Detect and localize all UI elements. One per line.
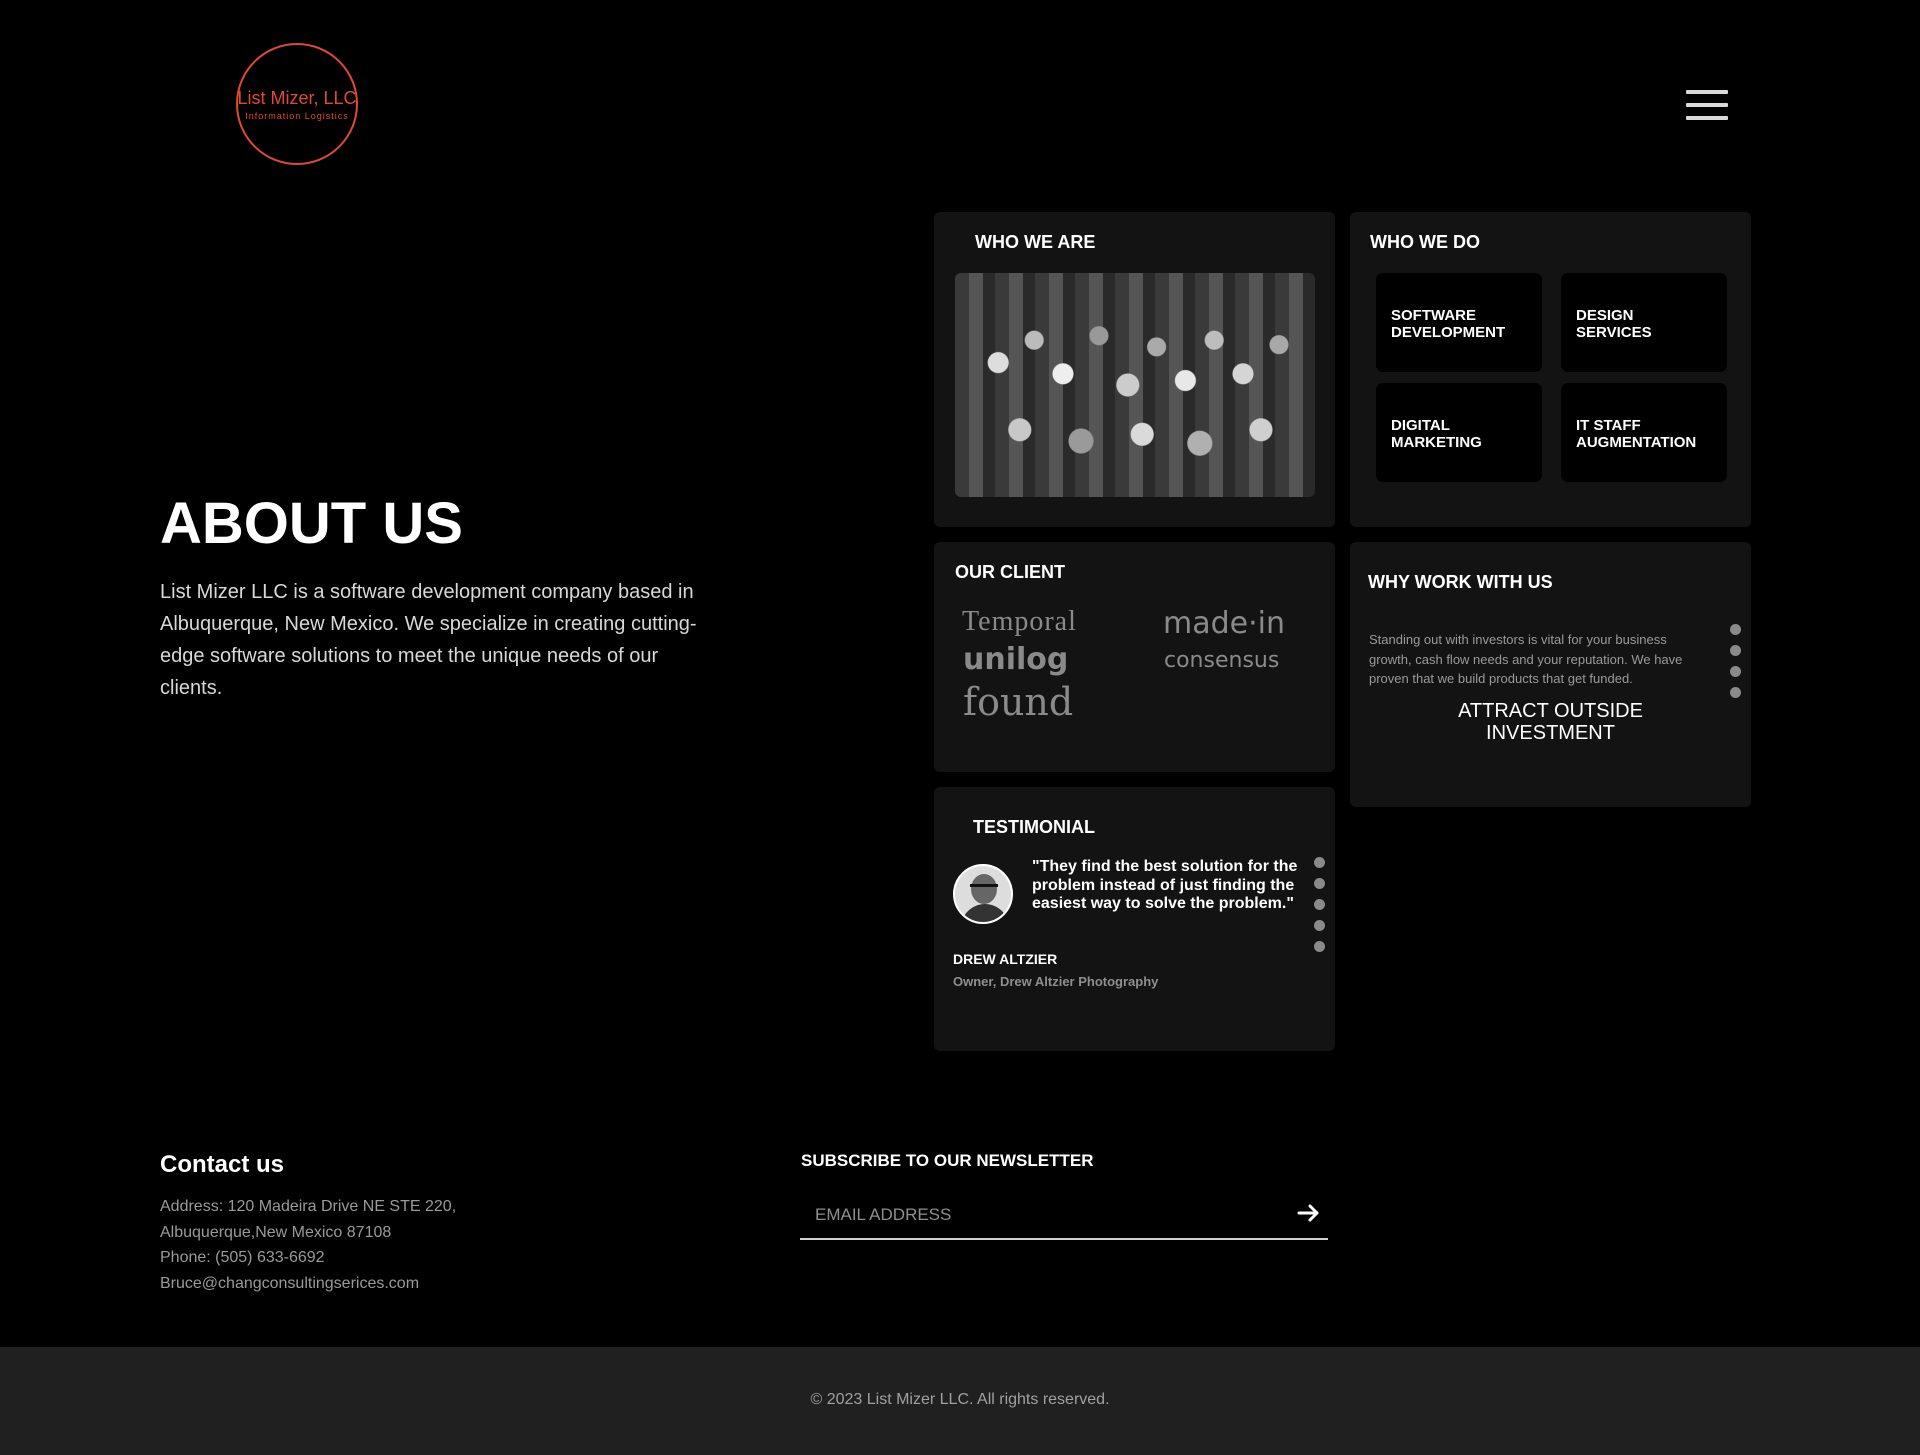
newsletter-title: SUBSCRIBE TO OUR NEWSLETTER: [801, 1151, 1094, 1170]
why-heading-line2: INVESTMENT: [1486, 722, 1615, 744]
service-label: SOFTWARE DEVELOPMENT: [1391, 307, 1506, 341]
why-heading-line1: ATTRACT OUTSIDE: [1458, 700, 1643, 722]
service-software-development[interactable]: SOFTWARE DEVELOPMENT: [1376, 273, 1542, 372]
service-label: DIGITAL MARKETING: [1391, 417, 1482, 451]
testimonial-carousel-dots: [1314, 857, 1325, 962]
testimonial-card: TESTIMONIAL "They find the best solution…: [934, 787, 1335, 1051]
logo-name: List Mizer, LLC: [237, 87, 357, 108]
avatar: [953, 864, 1013, 924]
carousel-dot[interactable]: [1314, 920, 1325, 931]
contact-address-line1: Address: 120 Madeira Drive NE STE 220,: [160, 1198, 457, 1215]
carousel-dot[interactable]: [1314, 857, 1325, 868]
testimonial-quote: "They find the best solution for the pro…: [1032, 858, 1298, 912]
testimonial-author-role: Owner, Drew Altzier Photography: [953, 974, 1159, 989]
carousel-dot[interactable]: [1730, 666, 1741, 677]
contact-address-line2: Albuquerque,New Mexico 87108: [160, 1224, 392, 1241]
carousel-dot[interactable]: [1314, 899, 1325, 910]
contact-email[interactable]: Bruce@changconsultingserices.com: [160, 1275, 419, 1293]
contact-title: Contact us: [160, 1151, 285, 1178]
service-design-services[interactable]: DESIGN SERVICES: [1561, 273, 1727, 372]
client-logo-consensus: consensus: [1164, 648, 1280, 673]
who-we-do-title: WHO WE DO: [1370, 232, 1480, 252]
why-work-with-us-card: WHY WORK WITH US Standing out with inves…: [1350, 542, 1751, 807]
client-logo-unilog: unilog: [963, 642, 1069, 677]
why-description: Standing out with investors is vital for…: [1369, 632, 1683, 686]
carousel-dot[interactable]: [1314, 941, 1325, 952]
carousel-dot[interactable]: [1730, 687, 1741, 698]
client-logo-found: found: [963, 680, 1074, 724]
arrow-right-icon[interactable]: [1296, 1200, 1322, 1226]
carousel-dot[interactable]: [1730, 624, 1741, 635]
why-carousel-dots: [1730, 624, 1741, 708]
logo-tagline: Information Logistics: [245, 110, 349, 121]
team-photo: [955, 273, 1315, 497]
contact-phone: Phone: (505) 633-6692: [160, 1249, 325, 1266]
service-label: DESIGN SERVICES: [1576, 307, 1652, 341]
testimonial-author-name: DREW ALTZIER: [953, 951, 1058, 967]
email-field[interactable]: [800, 1192, 1280, 1238]
company-logo[interactable]: List Mizer, LLC Information Logistics: [236, 43, 358, 165]
hamburger-menu-icon[interactable]: [1686, 90, 1728, 124]
newsletter-form: [800, 1192, 1328, 1240]
client-logo-made-in: made·in: [1163, 606, 1285, 641]
carousel-dot[interactable]: [1730, 645, 1741, 656]
who-we-do-card: WHO WE DO SOFTWARE DEVELOPMENT DESIGN SE…: [1350, 212, 1751, 527]
client-logo-temporal: Temporal: [962, 606, 1077, 637]
copyright: © 2023 List Mizer LLC. All rights reserv…: [810, 1391, 1110, 1408]
why-work-with-us-title: WHY WORK WITH US: [1368, 572, 1553, 592]
who-we-are-card: WHO WE ARE: [934, 212, 1335, 527]
our-client-title: OUR CLIENT: [955, 562, 1065, 582]
service-label: IT STAFF AUGMENTATION: [1576, 417, 1697, 451]
who-we-are-title: WHO WE ARE: [975, 232, 1096, 252]
testimonial-title: TESTIMONIAL: [973, 817, 1095, 837]
service-it-staff-augmentation[interactable]: IT STAFF AUGMENTATION: [1561, 383, 1727, 482]
page-title: ABOUT US: [160, 491, 463, 556]
about-description: List Mizer LLC is a software development…: [160, 581, 697, 699]
why-slide-heading: ATTRACT OUTSIDE INVESTMENT: [1350, 700, 1751, 744]
carousel-dot[interactable]: [1314, 878, 1325, 889]
service-digital-marketing[interactable]: DIGITAL MARKETING: [1376, 383, 1542, 482]
our-client-card: OUR CLIENT Temporal made·in unilog conse…: [934, 542, 1335, 772]
